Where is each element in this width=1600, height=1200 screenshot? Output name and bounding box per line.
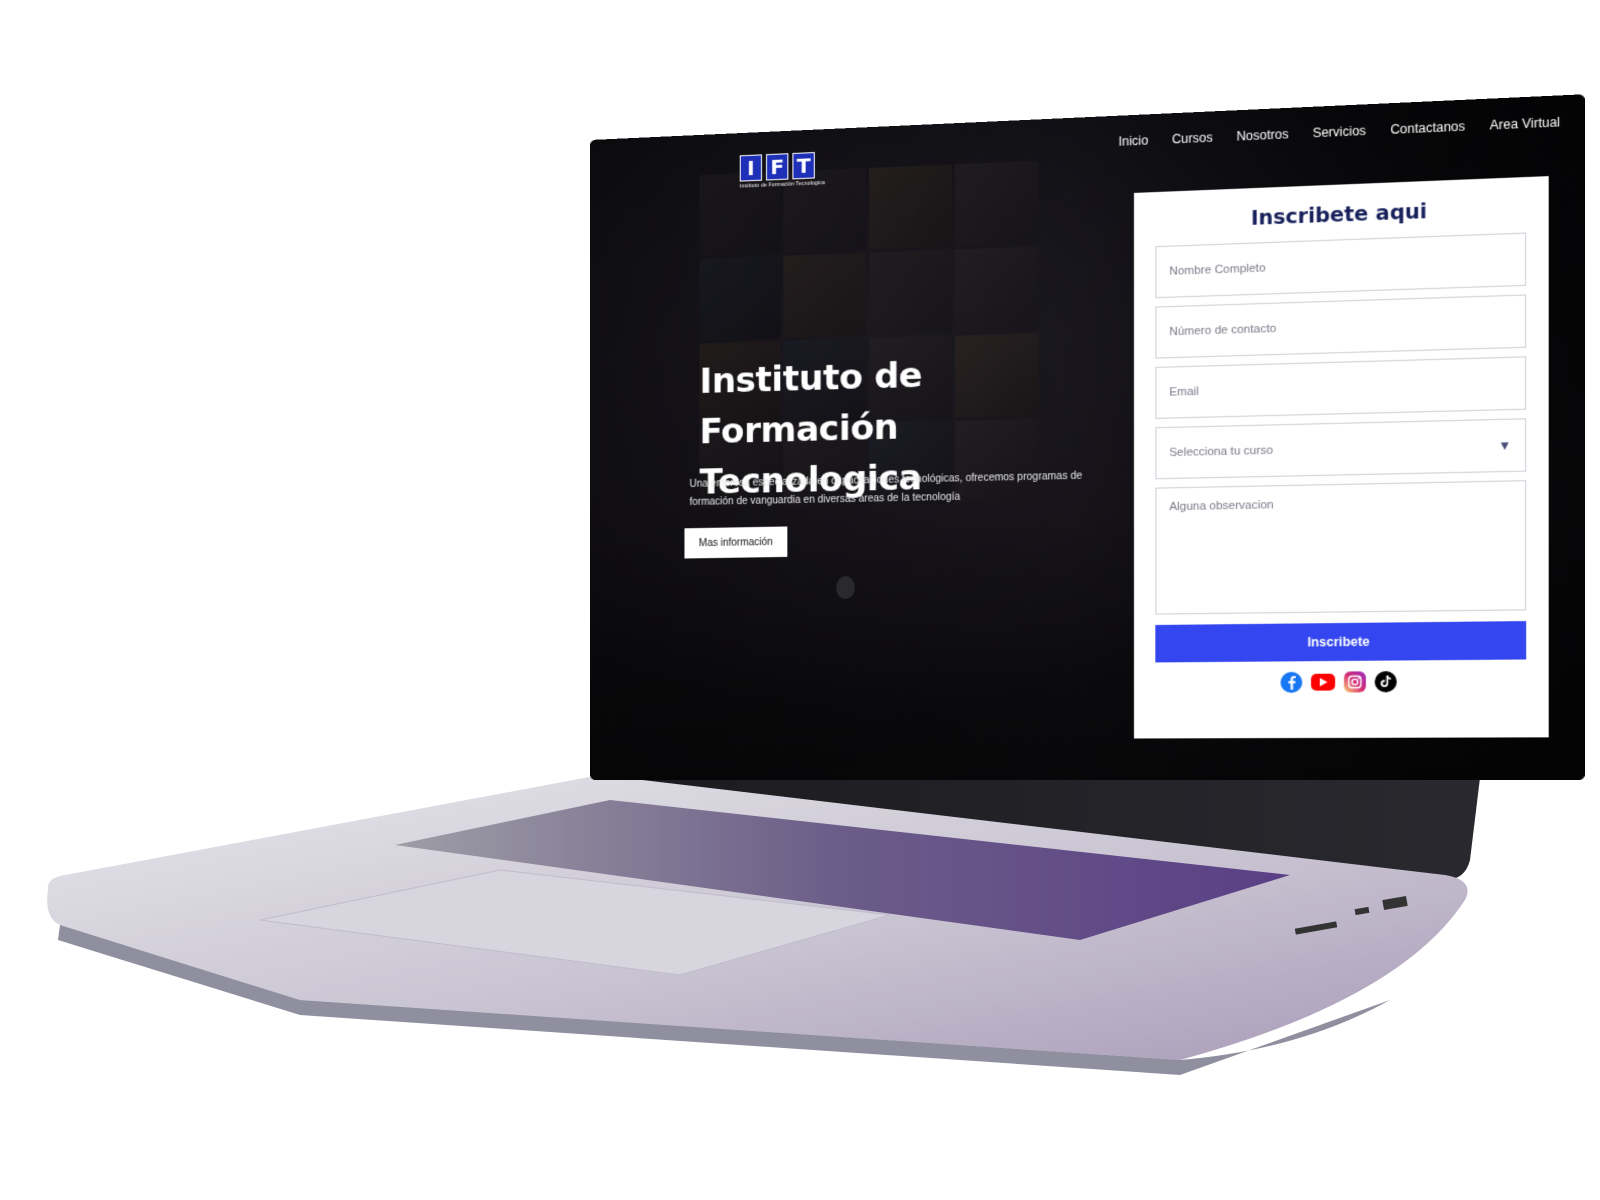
logo-letter-t: T bbox=[792, 152, 814, 179]
site-logo[interactable]: I F T Instituto de Formación Tecnologica bbox=[740, 152, 825, 190]
nav-item-area-virtual[interactable]: Area Virtual bbox=[1490, 115, 1560, 133]
apple-logo bbox=[836, 576, 854, 599]
nav-item-inicio[interactable]: Inicio bbox=[1118, 133, 1148, 149]
course-select-value: Selecciona tu curso bbox=[1169, 444, 1273, 459]
submit-button[interactable]: Inscribete bbox=[1155, 621, 1526, 662]
phone-input[interactable] bbox=[1155, 294, 1526, 358]
course-select[interactable]: Selecciona tu curso ▼ bbox=[1155, 418, 1526, 479]
website-screen: I F T Instituto de Formación Tecnologica… bbox=[590, 94, 1585, 780]
facebook-icon[interactable] bbox=[1281, 672, 1303, 693]
nav-item-cursos[interactable]: Cursos bbox=[1172, 130, 1213, 146]
hero-description: Una empresa especializada en capacitacio… bbox=[689, 467, 1091, 512]
nav-item-servicios[interactable]: Servicios bbox=[1313, 123, 1366, 140]
notes-textarea[interactable] bbox=[1155, 480, 1526, 614]
social-links bbox=[1155, 670, 1526, 694]
tiktok-icon[interactable] bbox=[1375, 671, 1397, 692]
more-info-button[interactable]: Mas información bbox=[684, 526, 787, 558]
signup-form: Inscribete aqui Selecciona tu curso ▼ In… bbox=[1134, 176, 1549, 738]
nav-item-nosotros[interactable]: Nosotros bbox=[1236, 127, 1288, 144]
full-name-input[interactable] bbox=[1155, 233, 1526, 299]
email-input[interactable] bbox=[1155, 356, 1526, 419]
chevron-down-icon: ▼ bbox=[1498, 438, 1511, 453]
logo-letter-i: I bbox=[740, 154, 762, 181]
instagram-icon[interactable] bbox=[1344, 671, 1366, 692]
form-title: Inscribete aqui bbox=[1155, 196, 1526, 233]
logo-letter-f: F bbox=[766, 153, 788, 180]
youtube-icon[interactable] bbox=[1311, 674, 1335, 691]
